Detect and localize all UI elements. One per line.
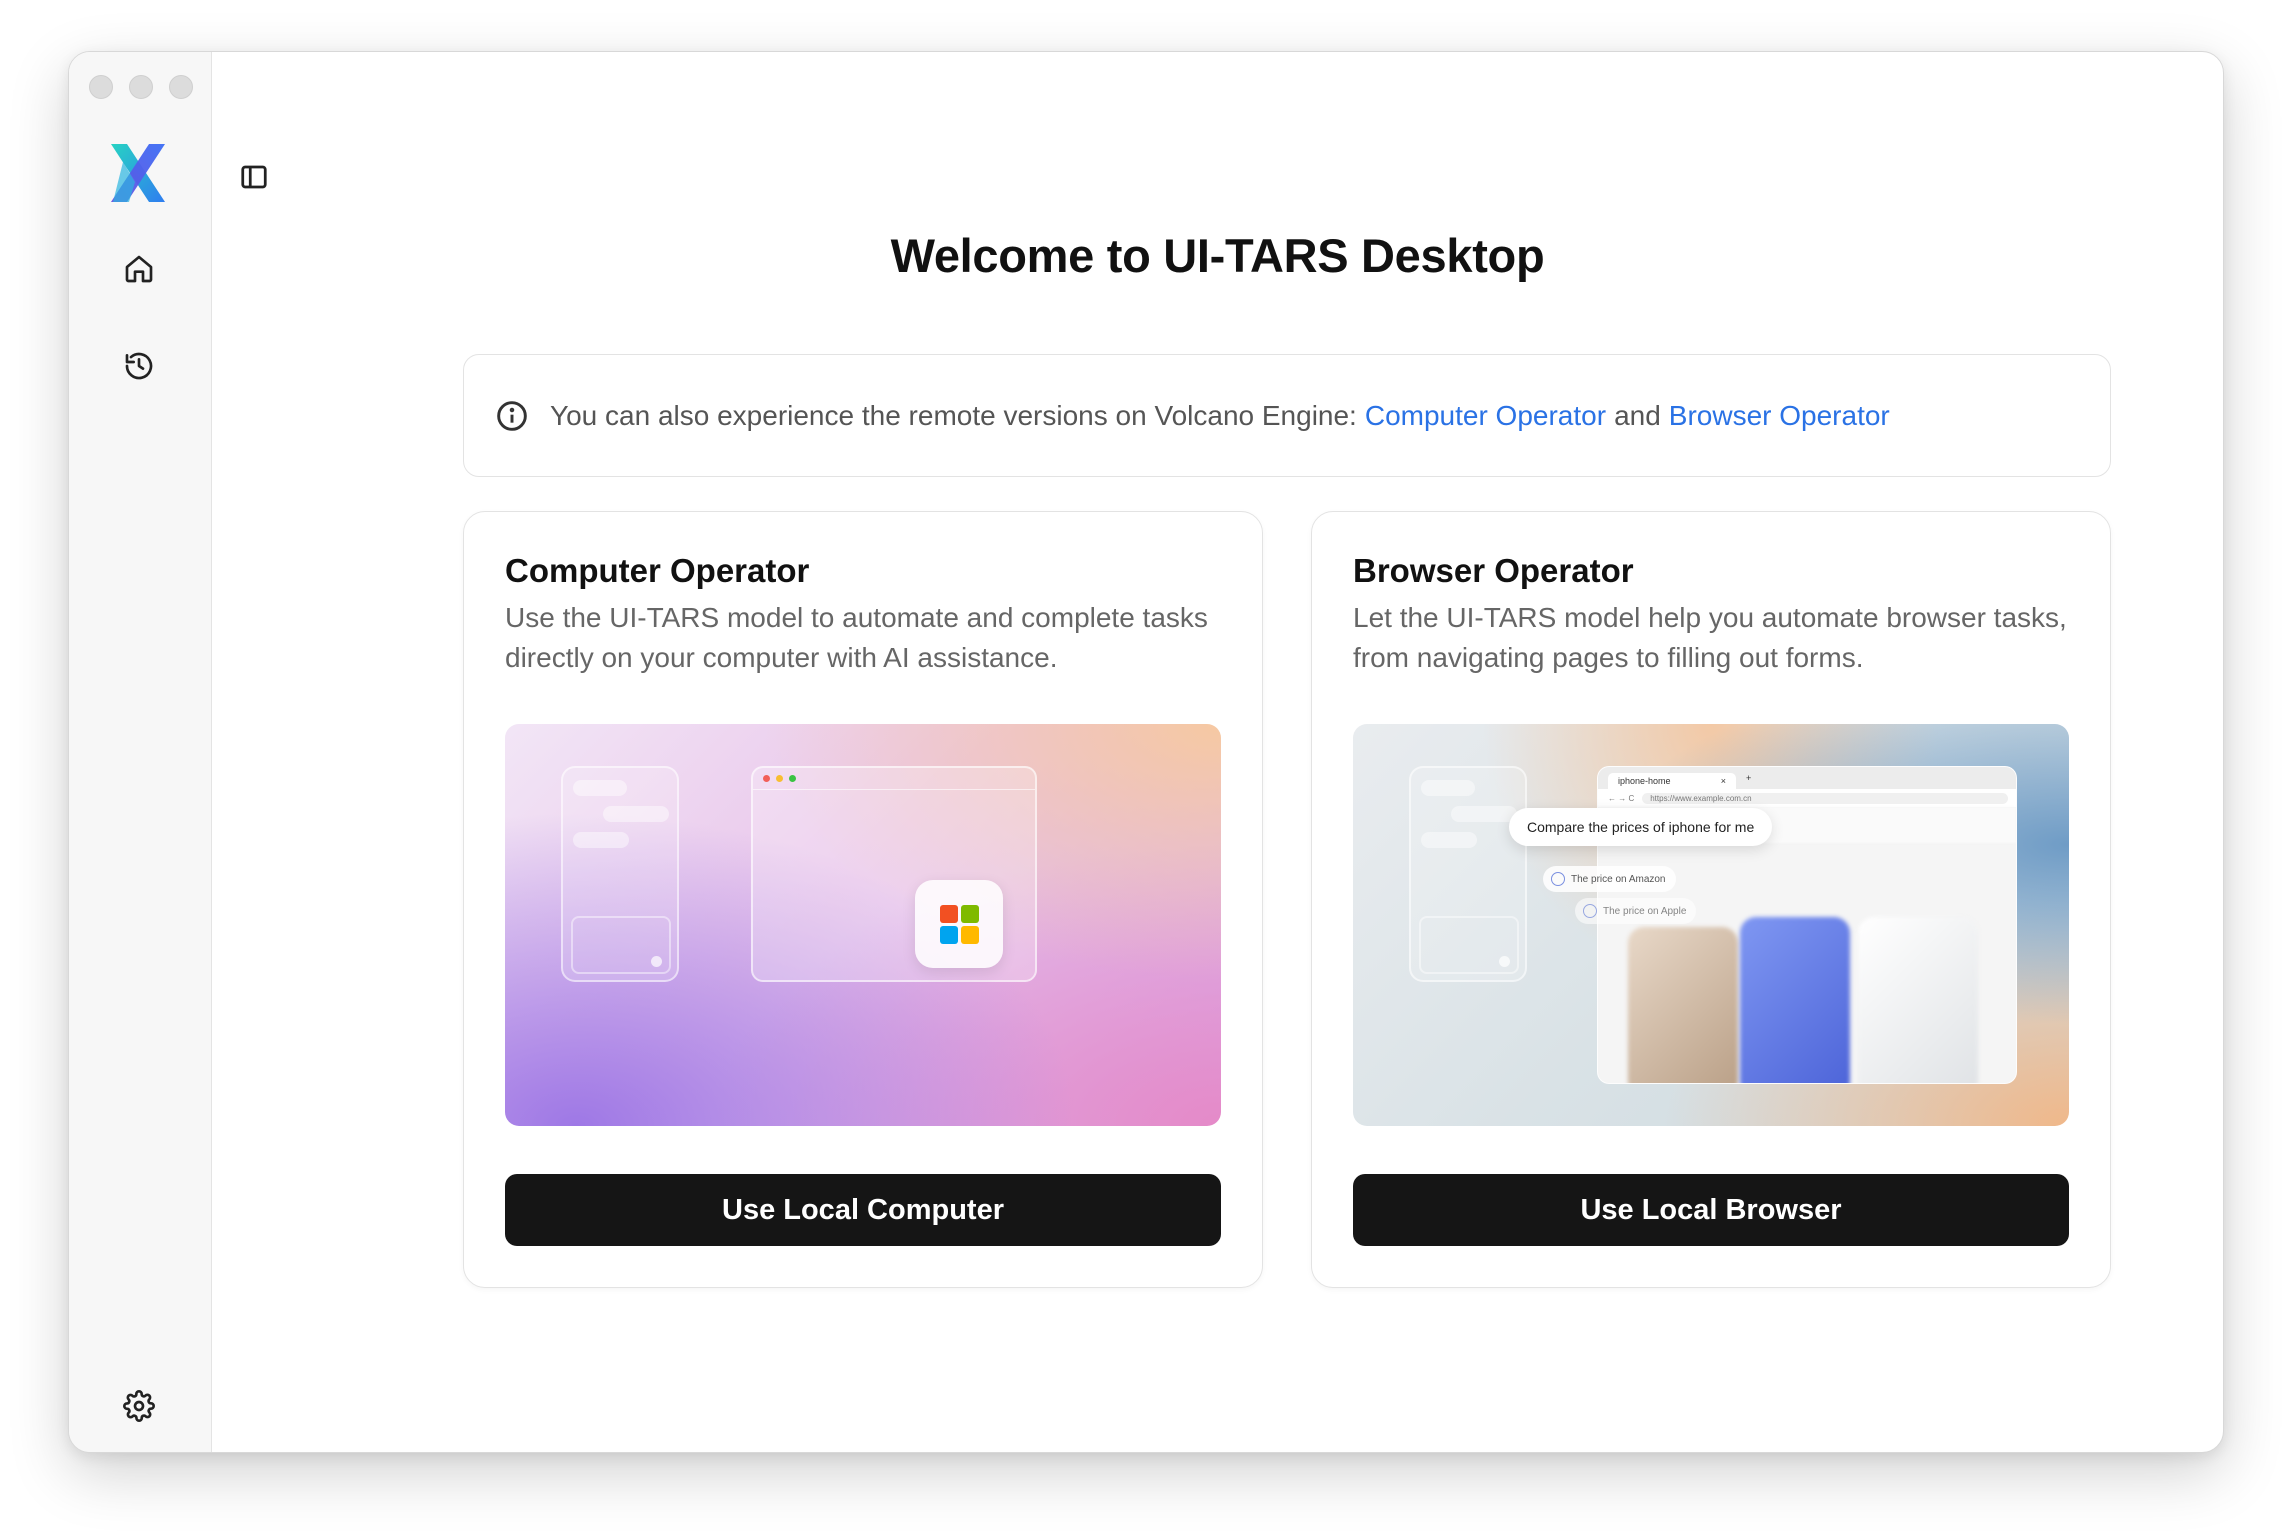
browser-operator-link[interactable]: Browser Operator: [1669, 400, 1890, 432]
prompt-bubble: Compare the prices of iphone for me: [1509, 808, 1773, 846]
home-icon[interactable]: [121, 251, 157, 287]
close-window-button[interactable]: [89, 75, 113, 99]
card-title: Computer Operator: [505, 552, 810, 589]
browser-operator-illustration: iphone-home × + ← → Chttps://www.example.c…: [1353, 724, 2069, 1126]
main-content: Welcome to UI-TARS Desktop You can also …: [212, 52, 2223, 1452]
computer-operator-link[interactable]: Computer Operator: [1365, 400, 1606, 432]
computer-operator-card: Computer Operator Use the UI-TARS model …: [463, 511, 1263, 1288]
chat-panel-illustration: [561, 766, 679, 982]
gear-icon[interactable]: [121, 1388, 157, 1424]
info-banner: You can also experience the remote versi…: [463, 354, 2111, 477]
ai-icon: [1551, 872, 1565, 886]
computer-operator-illustration: [505, 724, 1221, 1126]
browser-operator-card: Browser Operator Let the UI-TARS model h…: [1311, 511, 2111, 1288]
window-controls: [89, 75, 193, 99]
browser-url: https://www.example.com.cn: [1642, 792, 2008, 804]
use-local-computer-button[interactable]: Use Local Computer: [505, 1174, 1221, 1246]
page-title: Welcome to UI-TARS Desktop: [890, 229, 1545, 282]
maximize-window-button[interactable]: [169, 75, 193, 99]
result-chip: The price on Apple: [1575, 898, 1697, 924]
app-window: Welcome to UI-TARS Desktop You can also …: [68, 51, 2224, 1453]
info-text: You can also experience the remote versi…: [550, 399, 1357, 431]
card-description: Use the UI-TARS model to automate and co…: [505, 602, 1208, 673]
ai-icon: [1583, 904, 1597, 918]
info-separator: and: [1614, 399, 1661, 431]
result-chip: The price on Amazon: [1543, 866, 1676, 892]
info-icon: [497, 400, 527, 431]
history-icon[interactable]: [121, 348, 157, 384]
chat-panel-illustration: [1409, 766, 1527, 982]
windows-logo-icon: [915, 880, 1003, 968]
use-local-browser-button[interactable]: Use Local Browser: [1353, 1174, 2069, 1246]
app-logo: [107, 142, 169, 204]
browser-tab-label: iphone-home: [1618, 776, 1671, 786]
card-title: Browser Operator: [1353, 552, 1634, 589]
minimize-window-button[interactable]: [129, 75, 153, 99]
card-description: Let the UI-TARS model help you automate …: [1353, 602, 2067, 673]
sidebar: [69, 52, 212, 1452]
